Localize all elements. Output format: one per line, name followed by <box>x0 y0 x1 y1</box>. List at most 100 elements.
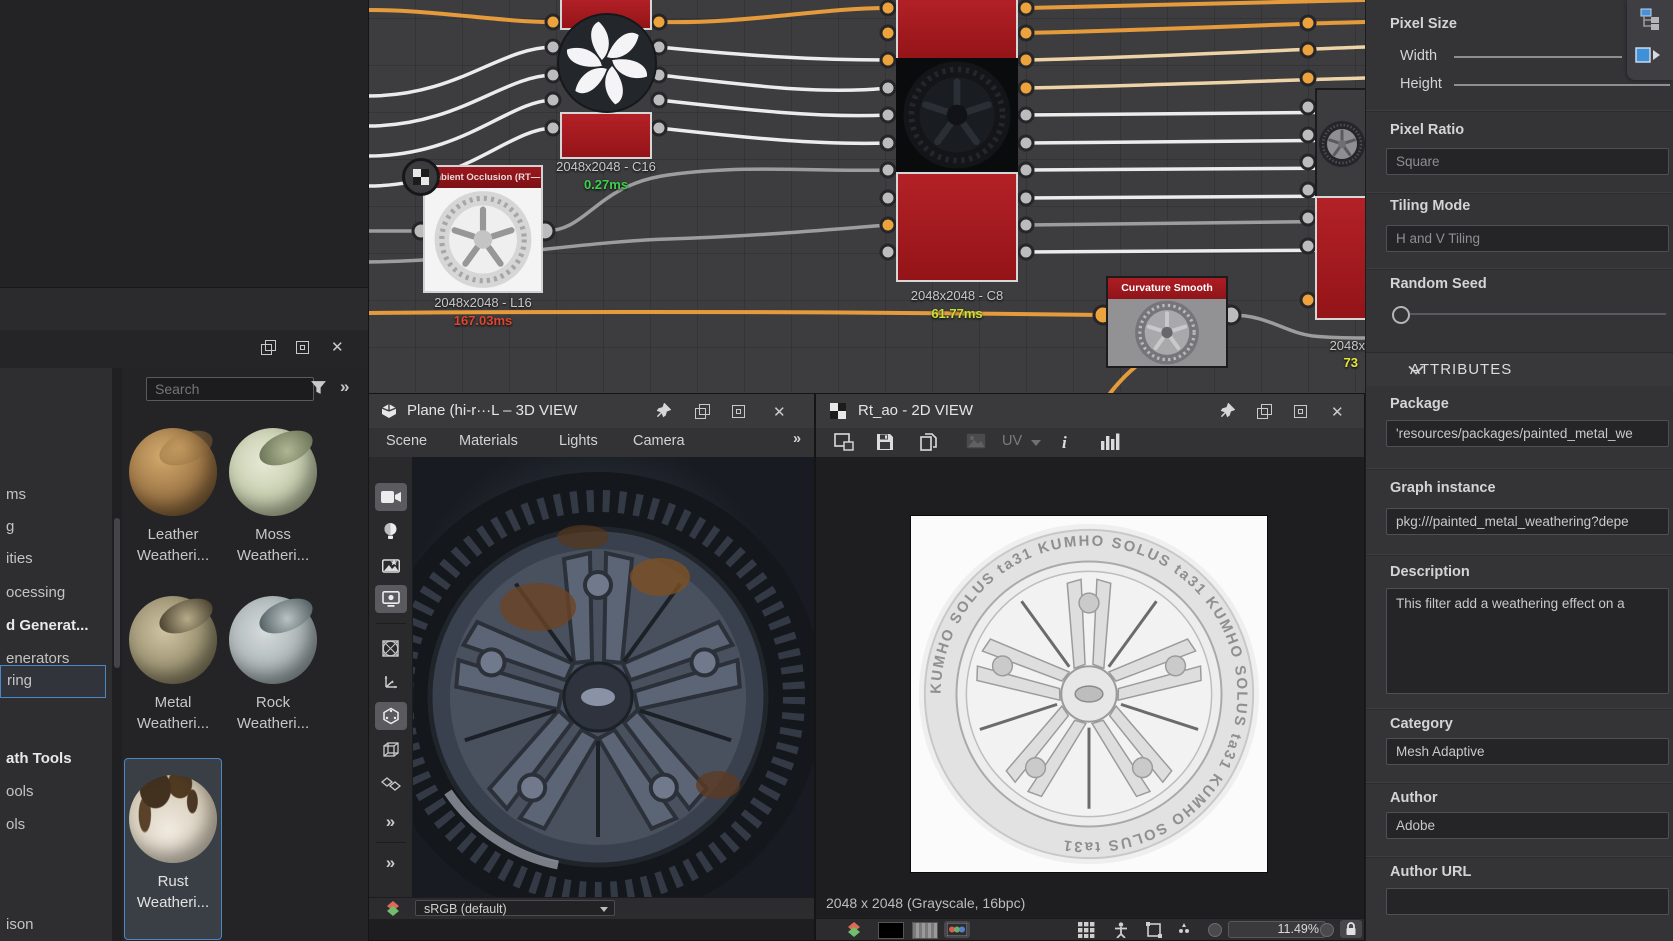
toolbar-overflow-chevron[interactable]: » <box>386 812 395 832</box>
description-field[interactable]: This filter add a weathering effect on a <box>1386 588 1669 694</box>
channels-rgb-icon[interactable] <box>944 921 970 938</box>
pan-mode-icon[interactable] <box>1176 922 1194 937</box>
image-mode-icon[interactable] <box>966 433 986 451</box>
random-seed-slider[interactable] <box>1410 313 1666 315</box>
uv-grid-icon[interactable] <box>375 634 407 662</box>
menu-scene[interactable]: Scene <box>386 433 427 449</box>
search-input[interactable] <box>146 377 314 401</box>
sidebar-item[interactable]: ools <box>0 781 112 803</box>
material-tile[interactable]: Metal Weatheri... <box>124 596 222 734</box>
sidebar-item[interactable]: d Generat... <box>0 615 112 637</box>
save-icon[interactable] <box>876 433 896 451</box>
menu-overflow-chevron[interactable]: » <box>793 431 801 447</box>
view-3d-viewport[interactable] <box>413 457 814 919</box>
pin-icon[interactable] <box>656 403 672 419</box>
tessellation-icon[interactable] <box>375 770 407 798</box>
lock-zoom-button[interactable] <box>1340 920 1362 938</box>
width-slider[interactable] <box>1454 56 1622 58</box>
material-tile[interactable]: Rock Weatheri... <box>224 596 322 734</box>
sidebar-item[interactable]: ocessing <box>0 582 112 604</box>
close-icon[interactable]: ✕ <box>331 340 346 355</box>
sidebar-item[interactable]: ities <box>0 548 112 570</box>
copy-icon[interactable] <box>920 433 940 451</box>
curvature-smooth-node[interactable]: Curvature Smooth <box>1106 276 1228 368</box>
chevron-down-icon[interactable] <box>1031 440 1041 446</box>
material-tile-selected[interactable]: Rust Weatheri... <box>124 758 222 940</box>
sidebar-item[interactable]: ison <box>0 914 112 936</box>
material-tile[interactable]: Leather Weatheri... <box>124 428 222 566</box>
sidebar-item[interactable]: g <box>0 516 112 538</box>
view-3d-header[interactable]: Plane (hi-r···L – 3D VIEW ✕ <box>369 394 814 429</box>
maximize-icon[interactable] <box>295 340 310 355</box>
fan-icon <box>559 15 655 111</box>
category-field[interactable] <box>1386 738 1669 765</box>
toolbar-overflow-chevron[interactable]: » <box>386 853 395 873</box>
transform-widget-icon[interactable] <box>1146 922 1164 937</box>
tiling-mode-select[interactable]: H and V Tiling <box>1386 225 1669 252</box>
background-black-swatch[interactable] <box>878 922 904 939</box>
wireframe-cube-icon[interactable] <box>375 736 407 764</box>
filter-icon[interactable] <box>310 379 327 396</box>
hierarchy-icon[interactable] <box>1639 8 1661 30</box>
menu-lights[interactable]: Lights <box>559 433 598 449</box>
view-2d-toolbar: UV i <box>816 428 1364 458</box>
sidebar-item-selected[interactable]: ring <box>0 665 106 698</box>
zoom-level-field[interactable]: 11.49% <box>1228 921 1326 938</box>
light-icon[interactable] <box>375 517 407 545</box>
environment-icon[interactable] <box>375 551 407 579</box>
sidebar-item[interactable]: ath Tools <box>0 748 112 770</box>
author-url-label: Author URL <box>1390 864 1471 880</box>
ambient-occlusion-node[interactable]: Ambient Occlusion (RT— <box>423 165 543 293</box>
zoom-out-button[interactable] <box>1208 923 1222 937</box>
view-2d-viewport[interactable]: KUMHO SOLUS ta31 KUMHO SOLUS ta31 KUMHO … <box>816 457 1364 919</box>
random-seed-knob[interactable] <box>1392 306 1410 324</box>
display-settings-icon[interactable] <box>375 585 407 613</box>
histogram-icon[interactable] <box>1100 433 1120 451</box>
menu-camera[interactable]: Camera <box>633 433 685 449</box>
colorspace-select[interactable]: sRGB (default) <box>415 900 615 916</box>
blend-stack-node[interactable] <box>896 58 1018 172</box>
close-icon[interactable]: ✕ <box>1331 403 1346 418</box>
author-field[interactable] <box>1386 812 1669 839</box>
display-options-icon[interactable] <box>834 433 854 451</box>
node-graph-canvas[interactable]: 2048x2048 - C16 0.27ms Ambient Occlusion… <box>368 0 1365 395</box>
sidebar-scrollbar[interactable] <box>112 368 122 941</box>
uv-mode-label[interactable]: UV <box>1002 433 1022 449</box>
sidebar-item[interactable]: ols <box>0 814 112 836</box>
expose-parameter-icon[interactable] <box>1635 46 1661 64</box>
author-url-field[interactable] <box>1386 888 1669 915</box>
transform-node-output-block[interactable] <box>560 112 652 159</box>
graph-instance-field[interactable] <box>1386 508 1669 535</box>
restore-icon[interactable] <box>695 404 710 419</box>
attributes-section-header[interactable]: ATTRIBUTES <box>1366 352 1673 386</box>
maximize-icon[interactable] <box>1293 404 1308 419</box>
blend-stack-top-block[interactable] <box>896 0 1018 60</box>
background-gradient-swatch[interactable] <box>912 922 938 939</box>
sidebar-item[interactable]: ms <box>0 484 112 506</box>
fit-view-icon[interactable] <box>1114 922 1132 937</box>
transform-node[interactable] <box>557 13 657 113</box>
zoom-in-button[interactable] <box>1320 923 1334 937</box>
axis-gizmo-icon[interactable] <box>375 668 407 696</box>
restore-icon[interactable] <box>261 340 276 355</box>
tiling-grid-icon[interactable] <box>1078 922 1096 937</box>
blend-stack-bottom-block[interactable] <box>896 172 1018 282</box>
restore-icon[interactable] <box>1257 404 1272 419</box>
overflow-chevron[interactable]: » <box>340 377 349 397</box>
physical-size-icon[interactable] <box>375 702 407 730</box>
maximize-icon[interactable] <box>731 404 746 419</box>
output-node-thumbnail[interactable] <box>1315 88 1365 200</box>
pixel-ratio-select[interactable]: Square <box>1386 148 1669 175</box>
layers-icon[interactable] <box>846 922 864 937</box>
menu-materials[interactable]: Materials <box>459 433 518 449</box>
package-field[interactable] <box>1386 420 1669 447</box>
height-slider[interactable] <box>1454 84 1670 86</box>
view-badge[interactable] <box>402 158 440 196</box>
pin-icon[interactable] <box>1220 403 1236 419</box>
close-icon[interactable]: ✕ <box>773 403 788 418</box>
info-icon[interactable]: i <box>1062 433 1082 451</box>
material-tile[interactable]: Moss Weatheri... <box>224 428 322 566</box>
output-node-block[interactable] <box>1315 196 1365 320</box>
camera-icon[interactable] <box>375 483 407 511</box>
view-2d-header[interactable]: Rt_ao - 2D VIEW ✕ <box>816 394 1364 429</box>
